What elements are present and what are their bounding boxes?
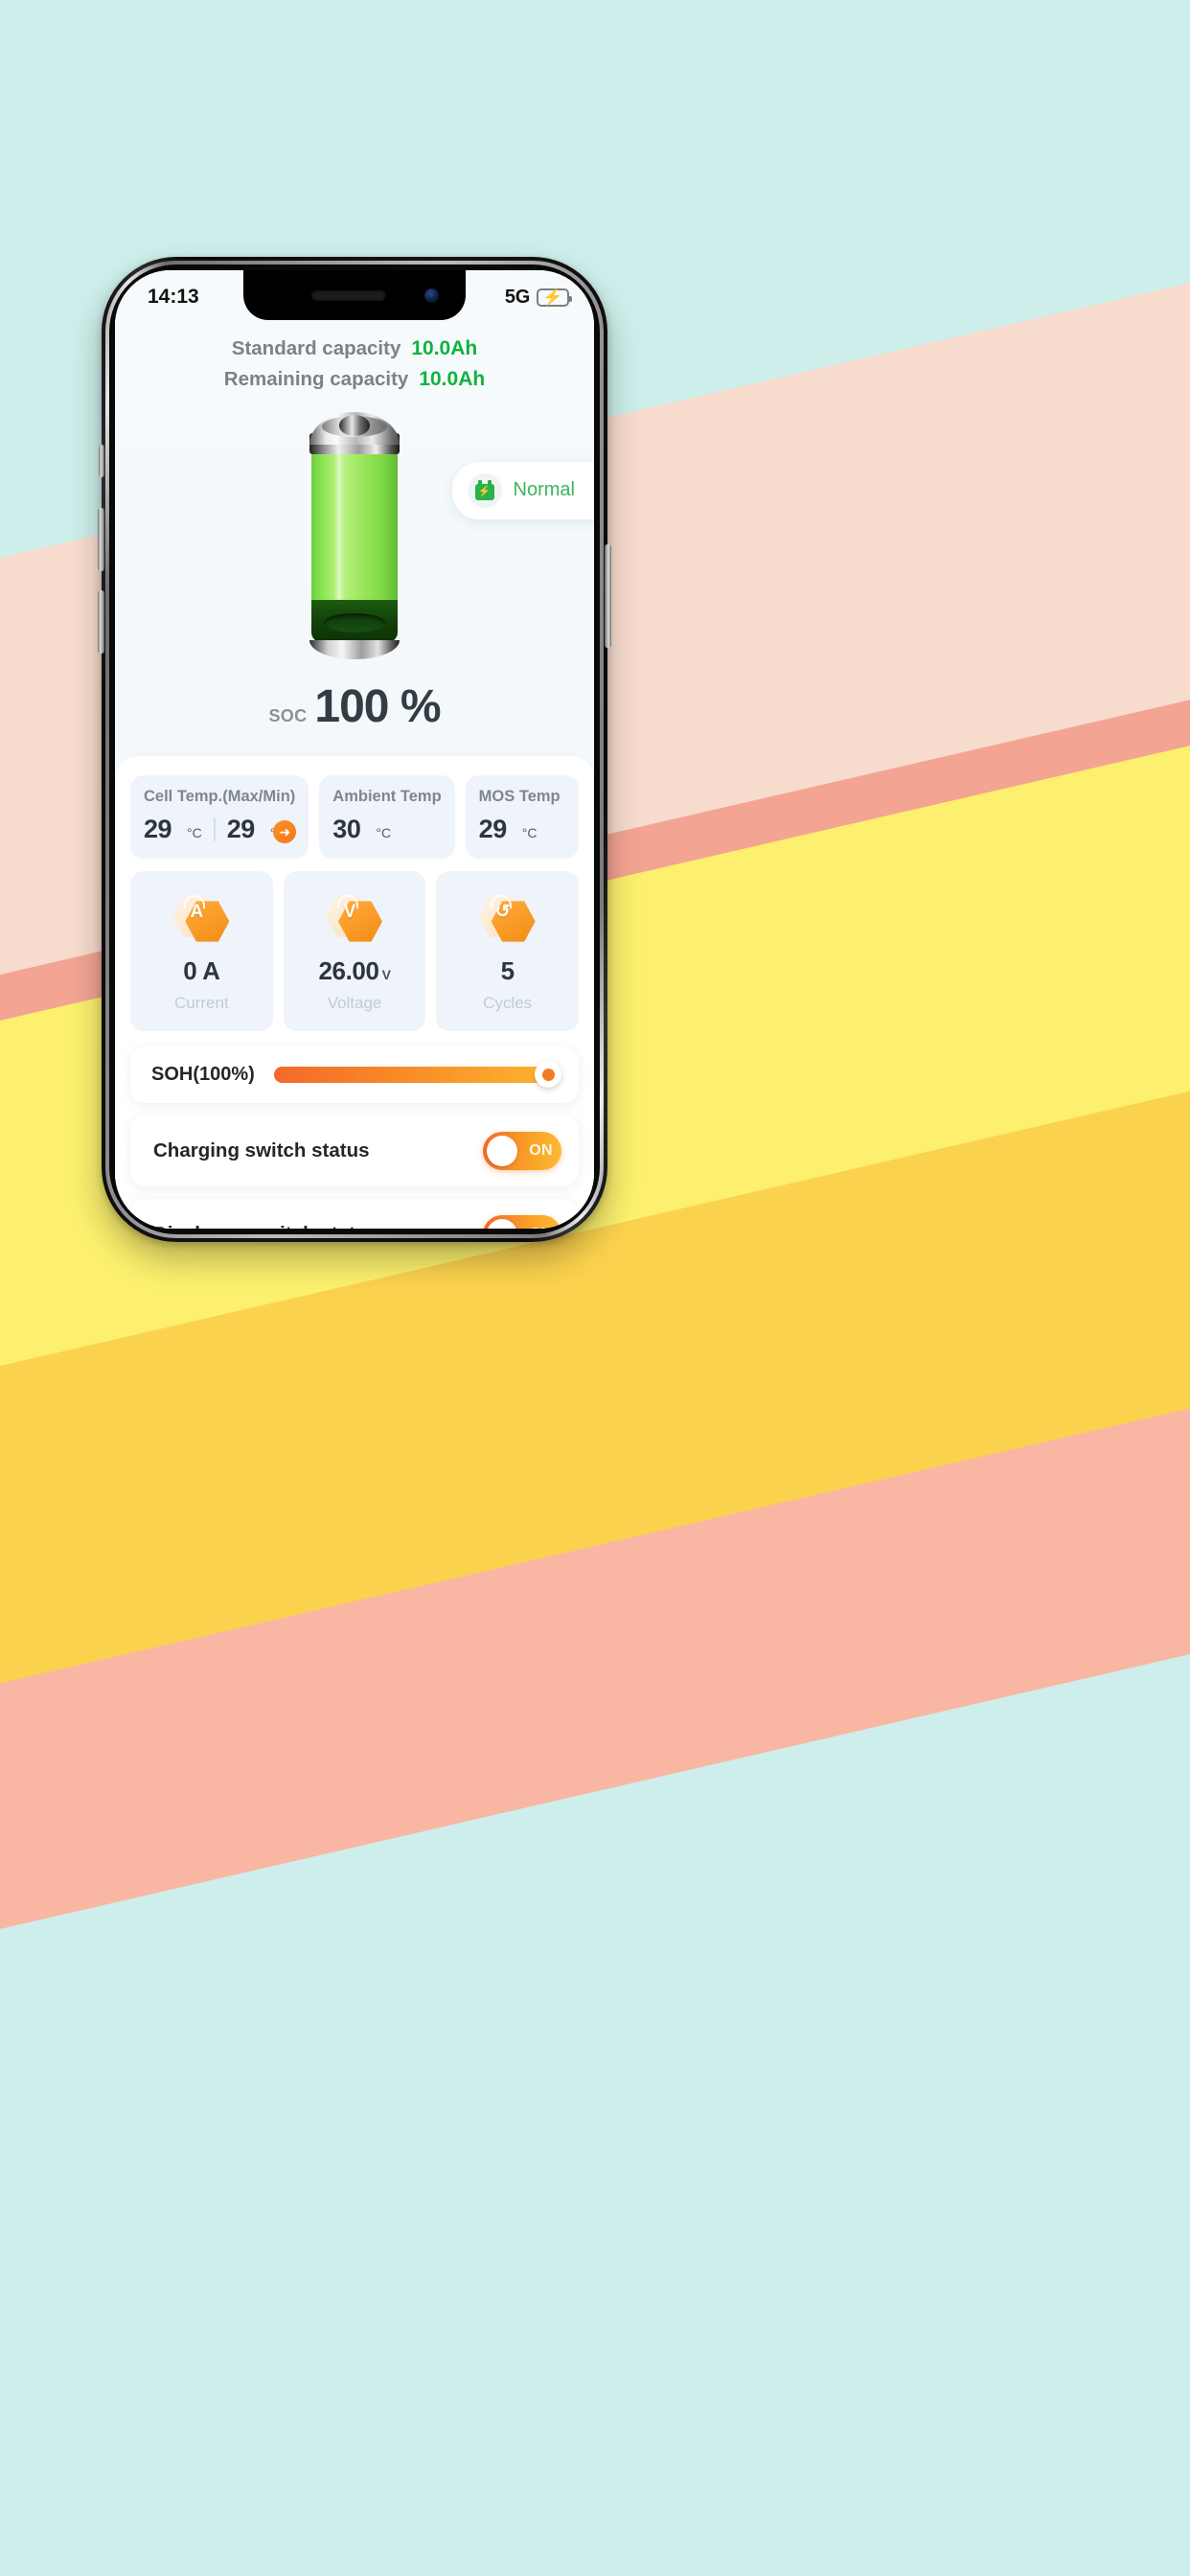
cycles-card[interactable]: ↺ 5 Cycles xyxy=(436,870,580,1031)
soc-display: SOC 100 % xyxy=(115,680,594,752)
current-label: Current xyxy=(173,993,229,1012)
temperature-row: Cell Temp.(Max/Min) 29 °C 29 °C ➜ Ambien… xyxy=(130,774,579,859)
charging-bolt-icon: ⚡ xyxy=(542,288,563,307)
ambient-temp-unit: °C xyxy=(376,824,392,840)
cycles-label: Cycles xyxy=(483,993,533,1012)
soh-slider-knob[interactable] xyxy=(535,1061,561,1088)
voltage-value: 26.00 xyxy=(318,955,379,985)
soc-label: SOC xyxy=(268,705,308,725)
cell-temp-max: 29 xyxy=(144,814,172,843)
battery-charging-icon: ⚡ xyxy=(537,288,572,307)
battery-base xyxy=(309,639,400,659)
current-icon-glyph: A xyxy=(190,901,204,922)
app-root: Standard capacity 10.0Ah Remaining capac… xyxy=(115,270,594,1229)
phone-screen: 14:13 5G ⚡ Standard capacity 10.0Ah Rema… xyxy=(115,270,594,1229)
standard-capacity-label: Standard capacity xyxy=(231,337,401,359)
cell-temp-max-unit: °C xyxy=(187,824,202,840)
volume-down-button[interactable] xyxy=(98,590,104,654)
remaining-capacity-label: Remaining capacity xyxy=(223,367,409,390)
soh-slider[interactable] xyxy=(273,1061,561,1088)
phone-device-frame: 14:13 5G ⚡ Standard capacity 10.0Ah Rema… xyxy=(98,257,611,1242)
mos-temp-title: MOS Temp xyxy=(478,787,561,805)
cell-temp-card[interactable]: Cell Temp.(Max/Min) 29 °C 29 °C ➜ xyxy=(130,774,309,859)
ambient-temp-value: 30 xyxy=(332,814,361,843)
cycles-value: 5 xyxy=(500,955,515,985)
discharge-switch-label: Discharge switch status xyxy=(153,1223,378,1230)
soc-value: 100 % xyxy=(314,680,441,732)
metrics-row: A 0 A Current V 26.00 V Voltage ↺ 5 Cycl… xyxy=(130,870,580,1031)
discharge-switch-toggle[interactable]: ON xyxy=(483,1214,561,1230)
cell-temp-title: Cell Temp.(Max/Min) xyxy=(144,787,296,805)
voltage-card[interactable]: V 26.00 V Voltage xyxy=(283,870,426,1031)
earpiece-speaker xyxy=(310,290,386,301)
standard-capacity-row: Standard capacity 10.0Ah xyxy=(115,334,594,364)
mos-temp-card[interactable]: MOS Temp 29 °C xyxy=(465,774,579,859)
remaining-capacity-value: 10.0Ah xyxy=(419,367,486,390)
current-value: 0 A xyxy=(183,955,220,985)
remaining-capacity-row: Remaining capacity 10.0Ah xyxy=(115,364,594,395)
discharge-switch-row: Discharge switch status ON xyxy=(130,1198,579,1230)
power-button[interactable] xyxy=(605,544,611,648)
cell-temp-min: 29 xyxy=(226,814,256,843)
cell-temp-divider xyxy=(213,816,216,841)
battery-overview-panel: Standard capacity 10.0Ah Remaining capac… xyxy=(115,270,594,752)
voltage-label: Voltage xyxy=(327,993,382,1012)
mute-switch-button[interactable] xyxy=(99,445,104,477)
standard-capacity-value: 10.0Ah xyxy=(411,337,478,359)
status-bar-time: 14:13 xyxy=(148,286,199,308)
voltage-unit: V xyxy=(381,966,391,982)
charging-switch-toggle[interactable]: ON xyxy=(483,1131,561,1170)
soh-label: SOH(100%) xyxy=(151,1063,255,1085)
battery-terminal xyxy=(339,414,370,436)
cycles-hex-icon: ↺ xyxy=(477,891,538,947)
mos-temp-unit: °C xyxy=(521,824,538,840)
front-camera-icon xyxy=(424,288,439,303)
voltage-icon-glyph: V xyxy=(343,901,356,922)
details-sheet: Cell Temp.(Max/Min) 29 °C 29 °C ➜ Ambien… xyxy=(115,755,594,1230)
status-badge[interactable]: ⚡ Normal xyxy=(451,461,594,519)
charging-switch-row: Charging switch status ON xyxy=(130,1115,579,1186)
display-notch xyxy=(243,270,466,320)
toggle-knob xyxy=(487,1135,517,1166)
status-bar-indicators: 5G ⚡ xyxy=(504,286,572,309)
battery-level-graphic xyxy=(309,411,400,659)
battery-fill xyxy=(311,449,398,642)
status-badge-label: Normal xyxy=(513,479,575,500)
cycles-icon-glyph: ↺ xyxy=(494,902,511,922)
voltage-hex-icon: V xyxy=(324,891,385,947)
charging-switch-state: ON xyxy=(529,1141,553,1159)
network-label: 5G xyxy=(504,286,530,308)
arrow-right-icon[interactable]: ➜ xyxy=(273,819,297,843)
volume-up-button[interactable] xyxy=(98,508,104,571)
ambient-temp-card[interactable]: Ambient Temp 30 °C xyxy=(319,774,455,859)
charging-switch-label: Charging switch status xyxy=(153,1138,370,1162)
toggle-knob xyxy=(487,1218,517,1229)
battery-graphic-area: ⚡ Normal xyxy=(115,404,594,682)
mos-temp-value: 29 xyxy=(478,814,508,843)
discharge-switch-state: ON xyxy=(529,1226,553,1230)
battery-bolt-icon: ⚡ xyxy=(467,472,502,508)
current-hex-icon: A xyxy=(171,891,232,947)
ambient-temp-title: Ambient Temp xyxy=(332,787,442,805)
soh-progress-fill xyxy=(273,1066,558,1083)
current-card[interactable]: A 0 A Current xyxy=(130,870,273,1031)
soh-card: SOH(100%) xyxy=(130,1046,579,1103)
